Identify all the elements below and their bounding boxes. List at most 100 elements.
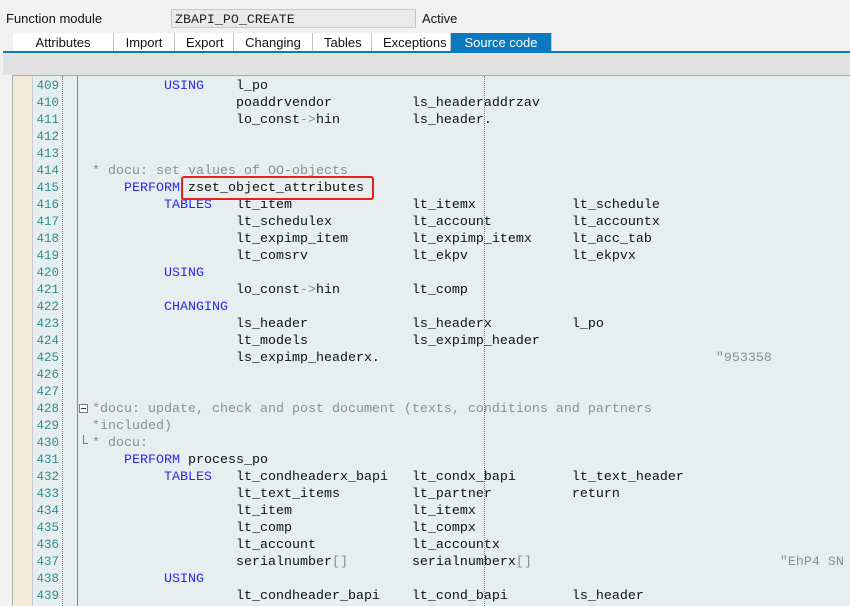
- code-line: 426: [13, 367, 850, 384]
- line-number: 437: [36, 555, 59, 569]
- keyword: USING: [163, 79, 204, 94]
- code-token: lt_comp lt_compx: [92, 521, 476, 536]
- code-line: 409 USING l_po: [13, 78, 850, 95]
- code-token: lt_text_items lt_partner return: [92, 487, 620, 502]
- code-line: 417 lt_schedulex lt_account lt_accountx: [13, 214, 850, 231]
- code-token: lo_const: [92, 283, 300, 298]
- code-text: lo_const->hin ls_header.: [92, 112, 492, 129]
- code-text: USING l_po: [92, 78, 268, 95]
- code-line: 437 serialnumber[] serialnumberx[] "EhP4…: [13, 554, 850, 571]
- line-number: 419: [36, 249, 59, 263]
- code-line: 411 lo_const->hin ls_header.: [13, 112, 850, 129]
- code-token: lt_schedulex lt_account lt_accountx: [92, 215, 660, 230]
- line-number: 435: [36, 521, 59, 535]
- line-number: 431: [36, 453, 59, 467]
- code-token: lt_item lt_itemx lt_schedule: [211, 198, 660, 213]
- tab-bar: Attributes Import Export Changing Tables…: [13, 33, 552, 52]
- keyword: TABLES: [163, 470, 212, 485]
- code-text: ls_header ls_headerx l_po: [92, 316, 604, 333]
- tab-source-code[interactable]: Source code: [451, 33, 552, 52]
- line-number: 413: [36, 147, 59, 161]
- tab-export[interactable]: Export: [175, 33, 234, 52]
- code-line: 415 PERFORM zset_object_attributes: [13, 180, 850, 197]
- code-text: ls_expimp_headerx. "953358: [92, 350, 772, 367]
- code-text: TABLES lt_condheaderx_bapi lt_condx_bapi…: [92, 469, 684, 486]
- code-line: 416 TABLES lt_item lt_itemx lt_schedule: [13, 197, 850, 214]
- tab-exceptions[interactable]: Exceptions: [372, 33, 451, 52]
- code-token: lt_comsrv lt_ekpv lt_ekpvx: [92, 249, 636, 264]
- code-token: lt_condheaderx_bapi lt_condx_bapi lt_tex…: [211, 470, 684, 485]
- code-line: 434 lt_item lt_itemx: [13, 503, 850, 520]
- code-text: lt_text_items lt_partner return: [92, 486, 620, 503]
- operator: []: [331, 555, 348, 570]
- line-number: 432: [36, 470, 59, 484]
- code-text: USING: [92, 571, 204, 588]
- code-line: 419 lt_comsrv lt_ekpv lt_ekpvx: [13, 248, 850, 265]
- code-line: 421 lo_const->hin lt_comp: [13, 282, 850, 299]
- code-line: 429 *included): [13, 418, 850, 435]
- code-line: 432 TABLES lt_condheaderx_bapi lt_condx_…: [13, 469, 850, 486]
- tab-changing[interactable]: Changing: [234, 33, 313, 52]
- code-line: 438 USING: [13, 571, 850, 588]
- code-line: 436 lt_account lt_accountx: [13, 537, 850, 554]
- line-number: 414: [36, 164, 59, 178]
- keyword: CHANGING: [163, 300, 228, 315]
- collapse-icon[interactable]: [79, 404, 88, 413]
- line-number: 428: [36, 402, 59, 416]
- highlight-box: [181, 176, 374, 200]
- code-token: hin lt_comp: [315, 283, 468, 298]
- code-line: 414 * docu: set values of OO-objects: [13, 163, 850, 180]
- code-text: lt_expimp_item lt_expimp_itemx lt_acc_ta…: [92, 231, 652, 248]
- line-number: 429: [36, 419, 59, 433]
- code-text: *docu: update, check and post document (…: [92, 401, 652, 418]
- code-token: hin ls_header.: [315, 113, 492, 128]
- fold-end-icon: [83, 435, 88, 444]
- code-line: 413: [13, 146, 850, 163]
- line-number: 433: [36, 487, 59, 501]
- code-text: *included): [92, 418, 172, 435]
- code-token: lt_condheader_bapi lt_cond_bapi ls_heade…: [92, 589, 644, 604]
- line-number: 410: [36, 96, 59, 110]
- function-module-field[interactable]: ZBAPI_PO_CREATE: [171, 9, 416, 28]
- operator: ->: [299, 283, 316, 298]
- code-line: 420 USING: [13, 265, 850, 282]
- code-text: USING: [92, 265, 204, 282]
- tab-tables[interactable]: Tables: [313, 33, 372, 52]
- tab-attributes[interactable]: Attributes: [13, 33, 114, 52]
- code-line: 412: [13, 129, 850, 146]
- comment: "953358: [715, 351, 772, 366]
- code-text: * docu:: [92, 435, 148, 452]
- comment: *included): [92, 419, 172, 434]
- line-number: 423: [36, 317, 59, 331]
- code-text: CHANGING: [92, 299, 228, 316]
- code-lines: 409 USING l_po 410 poaddrvendor ls_header…: [13, 78, 850, 605]
- line-number: 417: [36, 215, 59, 229]
- code-token: lt_models ls_expimp_header: [92, 334, 540, 349]
- tab-import[interactable]: Import: [114, 33, 175, 52]
- line-number: 415: [36, 181, 59, 195]
- code-line: 424 lt_models ls_expimp_header: [13, 333, 850, 350]
- code-line: 422 CHANGING: [13, 299, 850, 316]
- line-number: 416: [36, 198, 59, 212]
- code-text: lo_const->hin lt_comp: [92, 282, 468, 299]
- code-line: 423 ls_header ls_headerx l_po: [13, 316, 850, 333]
- code-text: lt_comp lt_compx: [92, 520, 476, 537]
- code-token: process_po: [180, 453, 268, 468]
- code-line: 410 poaddrvendor ls_headeraddrzav: [13, 95, 850, 112]
- source-code-editor[interactable]: 409 USING l_po 410 poaddrvendor ls_header…: [12, 75, 850, 606]
- line-number: 409: [36, 79, 59, 93]
- comment: * docu:: [92, 436, 148, 451]
- code-token: lt_account lt_accountx: [92, 538, 500, 553]
- code-token: lo_const: [92, 113, 300, 128]
- code-line: 435 lt_comp lt_compx: [13, 520, 850, 537]
- code-token: poaddrvendor ls_headeraddrzav: [92, 96, 540, 111]
- line-number: 438: [36, 572, 59, 586]
- line-number: 421: [36, 283, 59, 297]
- code-text: lt_item lt_itemx: [92, 503, 476, 520]
- code-text: serialnumber[] serialnumberx[] "EhP4 SN: [92, 554, 844, 571]
